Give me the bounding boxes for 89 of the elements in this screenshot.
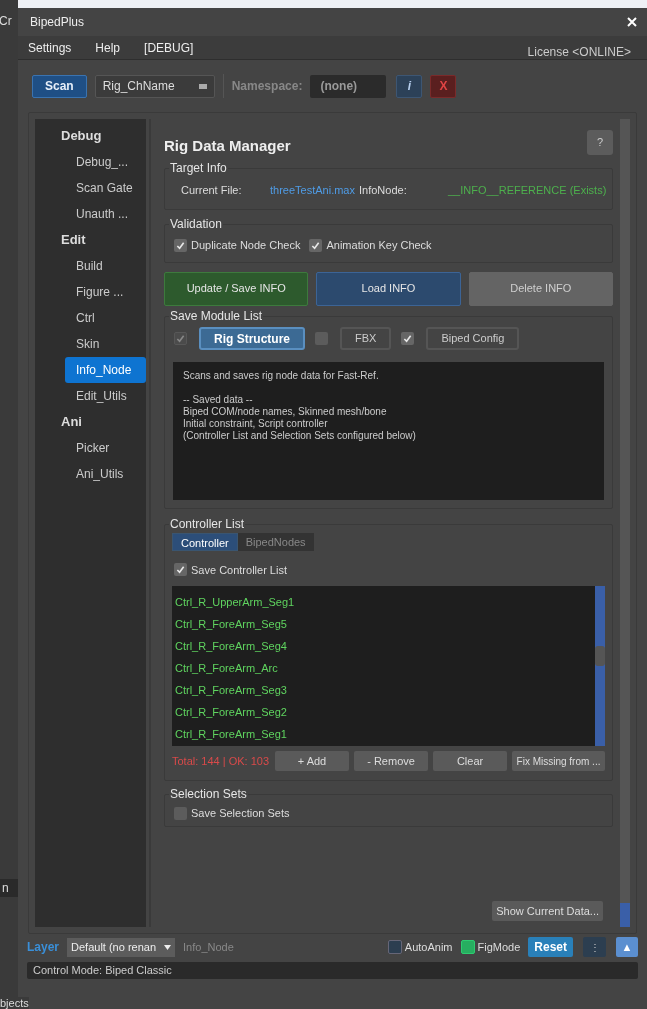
list-button[interactable]: - Remove	[354, 751, 429, 771]
checkbox[interactable]	[174, 563, 187, 577]
sidebar-item[interactable]: Ctrl	[65, 305, 146, 331]
status-text: Control Mode: Biped Classic	[33, 963, 172, 979]
info-button[interactable]: i	[396, 74, 423, 98]
check-icon	[403, 334, 413, 343]
check-icon	[176, 565, 185, 575]
main-scrollbar[interactable]	[620, 119, 630, 927]
checkbox-label: Duplicate Node Check	[191, 237, 301, 253]
reset-button[interactable]: Reset	[528, 937, 573, 957]
sidebar-section: Debug	[35, 123, 146, 149]
sidebar-item[interactable]: Picker	[65, 435, 146, 461]
namespace-field[interactable]: (none)	[310, 74, 387, 98]
toggle-box[interactable]	[460, 940, 475, 954]
infonode-status: __INFO__REFERENCE (Exists)	[448, 183, 607, 199]
description-line: Scans and saves rig node data for Fast-Ref.	[183, 369, 380, 382]
field-label: InfoNode:	[359, 183, 408, 199]
checkbox[interactable]	[309, 238, 323, 252]
background-text: bjects	[0, 997, 29, 1009]
description-line: -- Saved data --	[183, 393, 254, 406]
layer-dropdown[interactable]: Default (no renan	[67, 937, 176, 957]
background-text: Cr	[0, 13, 13, 30]
sidebar-section: Ani	[35, 409, 146, 435]
list-item[interactable]: Ctrl_R_ForeArm_Seg2	[175, 701, 595, 723]
window-title: BipedPlus	[30, 14, 85, 31]
layer-label: Layer	[27, 939, 60, 956]
action-button[interactable]: Delete INFO	[468, 271, 613, 306]
action-button[interactable]: Update / Save INFO	[164, 271, 309, 306]
sidebar-item[interactable]: Info_Node	[65, 357, 146, 383]
list-button[interactable]: Fix Missing from ...	[512, 751, 605, 771]
dropdown-icon	[198, 83, 207, 89]
page-name: Info_Node	[183, 939, 234, 955]
sidebar-item[interactable]: Scan Gate	[65, 175, 146, 201]
sidebar-item[interactable]: Edit_Utils	[65, 383, 146, 409]
description-line: Biped COM/node names, Skinned mesh/bone	[183, 405, 388, 418]
sidebar-item[interactable]: Build	[65, 253, 146, 279]
description-line: Initial constraint, Script controller	[183, 417, 329, 430]
sidebar-item[interactable]: Ani_Utils	[65, 461, 146, 487]
toggle-box[interactable]	[387, 940, 402, 954]
check-icon	[311, 240, 321, 250]
sidebar-item[interactable]: Debug_...	[65, 149, 146, 175]
tab[interactable]: Controller	[172, 532, 238, 551]
menu-item[interactable]: Help	[95, 38, 121, 57]
module-button[interactable]: Biped Config	[426, 327, 520, 350]
help-button[interactable]: ?	[587, 129, 613, 155]
background-text: n	[0, 879, 18, 897]
show-data-button[interactable]: Show Current Data...	[492, 901, 603, 921]
toggle-label: FigMode	[477, 939, 521, 955]
rig-name-field[interactable]: Rig_ChName	[94, 74, 215, 98]
description-line: (Controller List and Selection Sets configured below)	[183, 429, 417, 442]
list-button[interactable]: Clear	[433, 751, 508, 771]
scrollbar[interactable]	[595, 586, 605, 746]
file-name: threeTestAni.max	[270, 183, 355, 199]
checkbox-label: Animation Key Check	[326, 237, 432, 253]
caret-icon	[164, 944, 172, 950]
checkbox[interactable]	[315, 332, 328, 345]
check-icon	[176, 240, 185, 250]
toggle-label: AutoAnim	[404, 939, 453, 955]
check-icon	[176, 334, 185, 343]
tab[interactable]: BipedNodes	[237, 532, 314, 551]
checkbox-label: Save Selection Sets	[191, 805, 290, 821]
menu-item[interactable]: Settings	[28, 38, 72, 57]
sidebar-item[interactable]: Skin	[65, 331, 146, 357]
checkbox[interactable]	[401, 332, 415, 345]
more-button[interactable]: ⋮	[583, 937, 606, 957]
checkbox-label: Save Controller List	[191, 562, 287, 578]
module-button[interactable]: FBX	[340, 327, 392, 350]
close-icon[interactable]	[627, 17, 637, 27]
sidebar-item[interactable]: Figure ...	[65, 279, 146, 305]
list-item[interactable]: Ctrl_R_ForeArm_Seg3	[175, 679, 595, 701]
list-item[interactable]: Ctrl_R_ForeArm_Seg4	[175, 635, 595, 657]
total-count: Total: 144 | OK: 103	[172, 753, 270, 769]
scroll-thumb[interactable]	[595, 646, 605, 666]
checkbox[interactable]	[174, 238, 187, 252]
list-item[interactable]: Ctrl_R_UpperArm_Seg1	[175, 591, 595, 613]
list-item[interactable]: Ctrl_R_ForeArm_Seg5	[175, 613, 595, 635]
checkbox[interactable]	[174, 806, 187, 820]
sidebar-section: Edit	[35, 227, 146, 253]
license-status: License <ONLINE>	[527, 43, 631, 61]
namespace-label: Namespace:	[231, 78, 303, 95]
field-label: Current File:	[181, 183, 243, 199]
panel-title: Rig Data Manager	[164, 136, 291, 156]
action-button[interactable]: Load INFO	[316, 271, 461, 306]
scan-button[interactable]: Scan	[32, 74, 87, 98]
list-button[interactable]: + Add	[275, 751, 350, 771]
list-item[interactable]: Ctrl_R_ForeArm_Seg1	[175, 723, 595, 745]
menu-item[interactable]: [DEBUG]	[144, 38, 194, 57]
list-item[interactable]: Ctrl_R_ForeArm_Arc	[175, 657, 595, 679]
sidebar-item[interactable]: Unauth ...	[65, 201, 146, 227]
